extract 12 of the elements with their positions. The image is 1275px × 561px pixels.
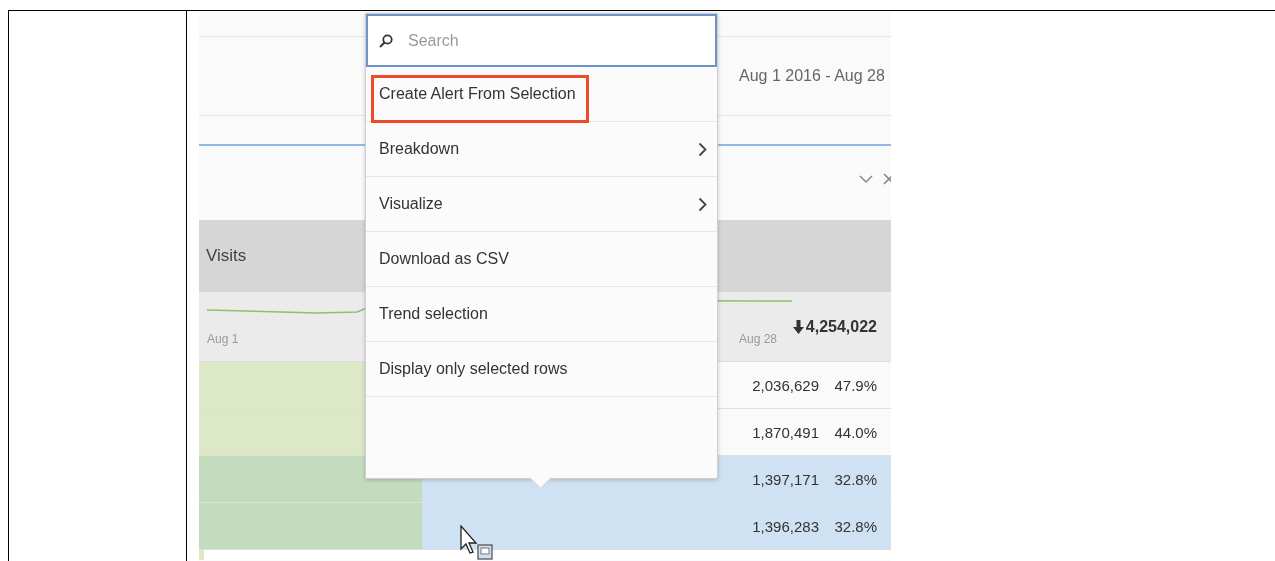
table-cell-text: 32.8% — [833, 517, 877, 535]
table-cell-text: 44.0% — [833, 423, 877, 441]
table-cell-text: 47.9% — [833, 376, 877, 394]
axis-label: Aug 1 — [207, 332, 239, 346]
column-title: Visits — [206, 246, 247, 266]
table-cell: 1,870,491 — [752, 423, 819, 441]
table-cell-text: 32.8% — [833, 470, 877, 488]
table-cell: 1,397,171 — [752, 470, 819, 488]
axis-label: Aug 28 — [739, 332, 778, 346]
table-cell: 2,036,629 — [752, 376, 819, 394]
table-cell: 1,396,283 — [752, 517, 819, 535]
total-value: 4,254,022 — [805, 318, 877, 336]
